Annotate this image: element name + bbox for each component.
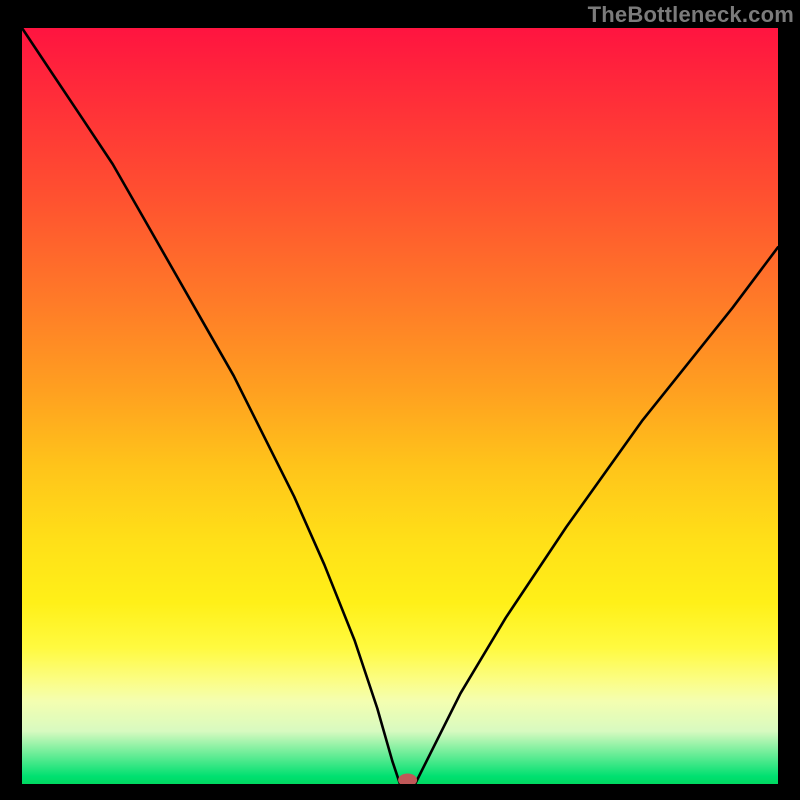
optimal-point-marker xyxy=(399,774,417,784)
chart-frame: TheBottleneck.com xyxy=(0,0,800,800)
watermark-text: TheBottleneck.com xyxy=(588,2,794,28)
plot-svg xyxy=(22,28,778,784)
plot-area xyxy=(22,28,778,784)
bottleneck-curve xyxy=(22,28,778,784)
